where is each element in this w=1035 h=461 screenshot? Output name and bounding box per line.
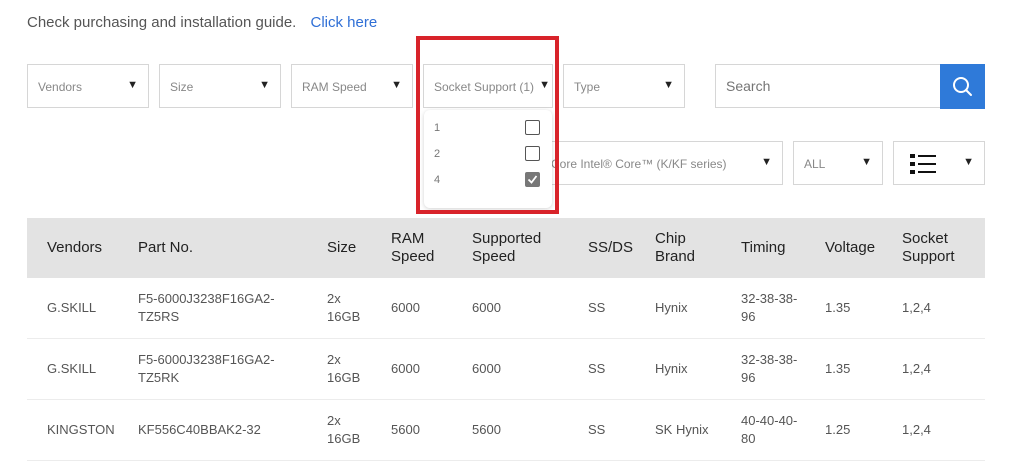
cell-timing: 40-40-40-80 [733,399,817,461]
cell-ram-speed: 6000 [383,338,464,400]
cpu-select-label: Core Intel® Core™ (K/KF series) [551,157,727,171]
vendors-select[interactable]: Vendors ▼ [27,64,149,108]
table-row: G.SKILL F5-6000J3238F16GA2-TZ5RS 2x 16GB… [27,278,985,339]
header-vendors[interactable]: Vendors [27,218,130,278]
chevron-down-icon: ▼ [663,79,674,91]
cell-chip-brand: Hynix [647,338,733,400]
list-view-icon [910,154,936,174]
size-select-label: Size [170,80,194,94]
header-chip-brand[interactable]: Chip Brand [647,218,733,278]
all-select[interactable]: ALL ▼ [793,141,883,185]
cell-supported-speed: 6000 [464,338,580,400]
cell-timing: 32-38-38-96 [733,338,817,400]
cell-timing: 32-38-38-96 [733,278,817,339]
annotation-highlight-box [416,36,559,214]
header-size[interactable]: Size [319,218,383,278]
all-select-label: ALL [804,157,826,171]
cell-size: 2x 16GB [319,278,383,339]
memory-table: Vendors Part No. Size RAM Speed Supporte… [27,218,985,461]
ram-speed-select-label: RAM Speed [302,80,367,94]
cell-chip-brand: SK Hynix [647,399,733,461]
guide-text: Check purchasing and installation guide.… [27,14,377,31]
cell-ram-speed: 5600 [383,399,464,461]
search-icon [953,77,972,96]
cell-socket-support: 1,2,4 [894,399,985,461]
cell-supported-speed: 5600 [464,399,580,461]
ram-speed-select[interactable]: RAM Speed ▼ [291,64,413,108]
cell-size: 2x 16GB [319,338,383,400]
search-button[interactable] [940,64,985,109]
cpu-select[interactable]: Core Intel® Core™ (K/KF series) ▼ [540,141,783,185]
cell-supported-speed: 6000 [464,278,580,339]
vendors-select-label: Vendors [38,80,83,94]
cell-part-no: F5-6000J3238F16GA2-TZ5RS [130,278,319,339]
table-row: G.SKILL F5-6000J3238F16GA2-TZ5RK 2x 16GB… [27,338,985,400]
size-select[interactable]: Size ▼ [159,64,281,108]
header-socket-support[interactable]: Socket Support [894,218,985,278]
cell-ss-ds: SS [580,338,647,400]
chevron-down-icon: ▼ [761,156,772,168]
cell-ss-ds: SS [580,399,647,461]
cell-chip-brand: Hynix [647,278,733,339]
header-voltage[interactable]: Voltage [817,218,894,278]
cell-socket-support: 1,2,4 [894,338,985,400]
cell-voltage: 1.35 [817,278,894,339]
header-timing[interactable]: Timing [733,218,817,278]
cell-vendor: KINGSTON [27,399,130,461]
cell-voltage: 1.35 [817,338,894,400]
guide-label: Check purchasing and installation guide. [27,14,297,31]
table-row: KINGSTON KF556C40BBAK2-32 2x 16GB 5600 5… [27,399,985,461]
view-mode-select[interactable]: ▼ [893,141,985,185]
type-select-label: Type [574,80,601,94]
chevron-down-icon: ▼ [963,156,974,168]
header-part-no[interactable]: Part No. [130,218,319,278]
chevron-down-icon: ▼ [127,79,138,91]
type-select[interactable]: Type ▼ [563,64,685,108]
table-header-row: Vendors Part No. Size RAM Speed Supporte… [27,218,985,278]
search-input[interactable] [715,64,941,108]
header-ss-ds[interactable]: SS/DS [580,218,647,278]
header-ram-speed[interactable]: RAM Speed [383,218,464,278]
cell-part-no: KF556C40BBAK2-32 [130,399,319,461]
chevron-down-icon: ▼ [861,156,872,168]
cell-socket-support: 1,2,4 [894,278,985,339]
chevron-down-icon: ▼ [391,79,402,91]
cell-vendor: G.SKILL [27,338,130,400]
cell-size: 2x 16GB [319,399,383,461]
click-here-link[interactable]: Click here [311,14,378,31]
cell-ss-ds: SS [580,278,647,339]
cell-voltage: 1.25 [817,399,894,461]
cell-ram-speed: 6000 [383,278,464,339]
cell-part-no: F5-6000J3238F16GA2-TZ5RK [130,338,319,400]
chevron-down-icon: ▼ [259,79,270,91]
cell-vendor: G.SKILL [27,278,130,339]
header-supported-speed[interactable]: Supported Speed [464,218,580,278]
